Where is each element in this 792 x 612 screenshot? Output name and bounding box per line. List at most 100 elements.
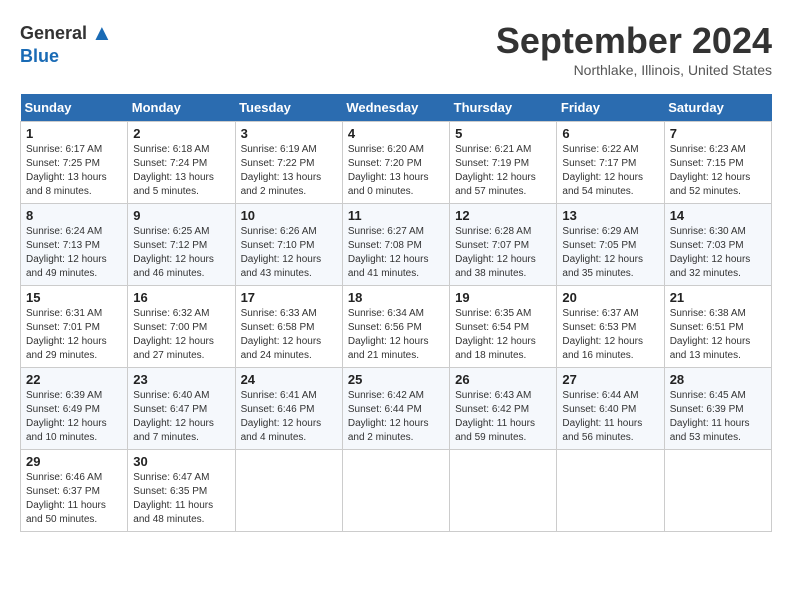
col-header-monday: Monday bbox=[128, 94, 235, 122]
day-info: Sunrise: 6:34 AM Sunset: 6:56 PM Dayligh… bbox=[348, 307, 444, 363]
day-info: Sunrise: 6:23 AM Sunset: 7:15 PM Dayligh… bbox=[670, 143, 766, 199]
title-block: September 2024 Northlake, Illinois, Unit… bbox=[496, 20, 772, 78]
day-number: 27 bbox=[562, 372, 658, 387]
day-cell: 5 Sunrise: 6:21 AM Sunset: 7:19 PM Daylig… bbox=[450, 122, 557, 204]
day-cell: 23 Sunrise: 6:40 AM Sunset: 6:47 PM Dayli… bbox=[128, 368, 235, 450]
day-cell: 6Sunrise: 6:22 AM Sunset: 7:17 PM Daylig… bbox=[557, 122, 664, 204]
week-row-4: 22 Sunrise: 6:39 AM Sunset: 6:49 PM Dayli… bbox=[21, 368, 772, 450]
day-cell: 9 Sunrise: 6:25 AM Sunset: 7:12 PM Daylig… bbox=[128, 204, 235, 286]
day-number: 22 bbox=[26, 372, 122, 387]
location: Northlake, Illinois, United States bbox=[496, 62, 772, 78]
day-number: 12 bbox=[455, 208, 551, 223]
day-info: Sunrise: 6:37 AM Sunset: 6:53 PM Dayligh… bbox=[562, 307, 658, 363]
day-cell: 19 Sunrise: 6:35 AM Sunset: 6:54 PM Dayli… bbox=[450, 286, 557, 368]
day-number: 29 bbox=[26, 454, 122, 469]
day-info: Sunrise: 6:24 AM Sunset: 7:13 PM Dayligh… bbox=[26, 225, 122, 281]
day-cell: 22 Sunrise: 6:39 AM Sunset: 6:49 PM Dayli… bbox=[21, 368, 128, 450]
header-row: SundayMondayTuesdayWednesdayThursdayFrid… bbox=[21, 94, 772, 122]
day-cell: 26 Sunrise: 6:43 AM Sunset: 6:42 PM Dayli… bbox=[450, 368, 557, 450]
day-cell: 30Sunrise: 6:47 AM Sunset: 6:35 PM Dayli… bbox=[128, 450, 235, 532]
day-info: Sunrise: 6:39 AM Sunset: 6:49 PM Dayligh… bbox=[26, 389, 122, 445]
calendar-table: SundayMondayTuesdayWednesdayThursdayFrid… bbox=[20, 94, 772, 532]
day-info: Sunrise: 6:42 AM Sunset: 6:44 PM Dayligh… bbox=[348, 389, 444, 445]
day-number: 14 bbox=[670, 208, 766, 223]
day-number: 9 bbox=[133, 208, 229, 223]
day-info: Sunrise: 6:25 AM Sunset: 7:12 PM Dayligh… bbox=[133, 225, 229, 281]
logo-blue: Blue bbox=[20, 46, 59, 67]
day-cell: 24Sunrise: 6:41 AM Sunset: 6:46 PM Dayli… bbox=[235, 368, 342, 450]
day-info: Sunrise: 6:18 AM Sunset: 7:24 PM Dayligh… bbox=[133, 143, 229, 199]
day-cell: 10 Sunrise: 6:26 AM Sunset: 7:10 PM Dayli… bbox=[235, 204, 342, 286]
week-row-5: 29 Sunrise: 6:46 AM Sunset: 6:37 PM Dayli… bbox=[21, 450, 772, 532]
day-number: 23 bbox=[133, 372, 229, 387]
day-cell: 17 Sunrise: 6:33 AM Sunset: 6:58 PM Dayli… bbox=[235, 286, 342, 368]
col-header-sunday: Sunday bbox=[21, 94, 128, 122]
day-number: 2 bbox=[133, 126, 229, 141]
logo-bird-icon: ▲ bbox=[91, 20, 113, 46]
day-cell: 16 Sunrise: 6:32 AM Sunset: 7:00 PM Dayli… bbox=[128, 286, 235, 368]
day-number: 11 bbox=[348, 208, 444, 223]
day-cell: 1 Sunrise: 6:17 AM Sunset: 7:25 PM Daylig… bbox=[21, 122, 128, 204]
day-cell bbox=[664, 450, 771, 532]
day-info: Sunrise: 6:29 AM Sunset: 7:05 PM Dayligh… bbox=[562, 225, 658, 281]
week-row-2: 8 Sunrise: 6:24 AM Sunset: 7:13 PM Daylig… bbox=[21, 204, 772, 286]
day-number: 24 bbox=[241, 372, 337, 387]
day-info: Sunrise: 6:32 AM Sunset: 7:00 PM Dayligh… bbox=[133, 307, 229, 363]
day-cell: 25 Sunrise: 6:42 AM Sunset: 6:44 PM Dayli… bbox=[342, 368, 449, 450]
day-number: 28 bbox=[670, 372, 766, 387]
col-header-saturday: Saturday bbox=[664, 94, 771, 122]
day-number: 21 bbox=[670, 290, 766, 305]
week-row-3: 15Sunrise: 6:31 AM Sunset: 7:01 PM Dayli… bbox=[21, 286, 772, 368]
day-info: Sunrise: 6:26 AM Sunset: 7:10 PM Dayligh… bbox=[241, 225, 337, 281]
day-info: Sunrise: 6:28 AM Sunset: 7:07 PM Dayligh… bbox=[455, 225, 551, 281]
day-cell: 15Sunrise: 6:31 AM Sunset: 7:01 PM Dayli… bbox=[21, 286, 128, 368]
day-number: 4 bbox=[348, 126, 444, 141]
day-info: Sunrise: 6:30 AM Sunset: 7:03 PM Dayligh… bbox=[670, 225, 766, 281]
day-number: 5 bbox=[455, 126, 551, 141]
day-cell: 18 Sunrise: 6:34 AM Sunset: 6:56 PM Dayli… bbox=[342, 286, 449, 368]
week-row-1: 1 Sunrise: 6:17 AM Sunset: 7:25 PM Daylig… bbox=[21, 122, 772, 204]
day-number: 30 bbox=[133, 454, 229, 469]
day-info: Sunrise: 6:43 AM Sunset: 6:42 PM Dayligh… bbox=[455, 389, 551, 445]
day-cell: 8 Sunrise: 6:24 AM Sunset: 7:13 PM Daylig… bbox=[21, 204, 128, 286]
month-title: September 2024 bbox=[496, 20, 772, 62]
day-cell: 14 Sunrise: 6:30 AM Sunset: 7:03 PM Dayli… bbox=[664, 204, 771, 286]
logo-general: General bbox=[20, 23, 87, 44]
day-cell: 27Sunrise: 6:44 AM Sunset: 6:40 PM Dayli… bbox=[557, 368, 664, 450]
day-cell: 28 Sunrise: 6:45 AM Sunset: 6:39 PM Dayli… bbox=[664, 368, 771, 450]
col-header-friday: Friday bbox=[557, 94, 664, 122]
day-info: Sunrise: 6:38 AM Sunset: 6:51 PM Dayligh… bbox=[670, 307, 766, 363]
day-info: Sunrise: 6:31 AM Sunset: 7:01 PM Dayligh… bbox=[26, 307, 122, 363]
col-header-wednesday: Wednesday bbox=[342, 94, 449, 122]
day-number: 25 bbox=[348, 372, 444, 387]
day-cell bbox=[235, 450, 342, 532]
day-cell: 12 Sunrise: 6:28 AM Sunset: 7:07 PM Dayli… bbox=[450, 204, 557, 286]
day-number: 20 bbox=[562, 290, 658, 305]
day-number: 26 bbox=[455, 372, 551, 387]
logo: General ▲ Blue bbox=[20, 20, 113, 67]
day-info: Sunrise: 6:45 AM Sunset: 6:39 PM Dayligh… bbox=[670, 389, 766, 445]
day-info: Sunrise: 6:46 AM Sunset: 6:37 PM Dayligh… bbox=[26, 471, 122, 527]
day-number: 8 bbox=[26, 208, 122, 223]
day-info: Sunrise: 6:21 AM Sunset: 7:19 PM Dayligh… bbox=[455, 143, 551, 199]
day-info: Sunrise: 6:22 AM Sunset: 7:17 PM Dayligh… bbox=[562, 143, 658, 199]
day-number: 3 bbox=[241, 126, 337, 141]
day-info: Sunrise: 6:40 AM Sunset: 6:47 PM Dayligh… bbox=[133, 389, 229, 445]
day-number: 19 bbox=[455, 290, 551, 305]
day-number: 17 bbox=[241, 290, 337, 305]
day-cell: 13Sunrise: 6:29 AM Sunset: 7:05 PM Dayli… bbox=[557, 204, 664, 286]
page-header: General ▲ Blue September 2024 Northlake,… bbox=[20, 20, 772, 78]
col-header-tuesday: Tuesday bbox=[235, 94, 342, 122]
day-cell: 3 Sunrise: 6:19 AM Sunset: 7:22 PM Daylig… bbox=[235, 122, 342, 204]
day-cell bbox=[342, 450, 449, 532]
day-info: Sunrise: 6:35 AM Sunset: 6:54 PM Dayligh… bbox=[455, 307, 551, 363]
day-number: 10 bbox=[241, 208, 337, 223]
day-info: Sunrise: 6:20 AM Sunset: 7:20 PM Dayligh… bbox=[348, 143, 444, 199]
day-info: Sunrise: 6:19 AM Sunset: 7:22 PM Dayligh… bbox=[241, 143, 337, 199]
day-number: 18 bbox=[348, 290, 444, 305]
day-cell: 20 Sunrise: 6:37 AM Sunset: 6:53 PM Dayli… bbox=[557, 286, 664, 368]
day-number: 1 bbox=[26, 126, 122, 141]
day-info: Sunrise: 6:33 AM Sunset: 6:58 PM Dayligh… bbox=[241, 307, 337, 363]
day-info: Sunrise: 6:17 AM Sunset: 7:25 PM Dayligh… bbox=[26, 143, 122, 199]
day-number: 16 bbox=[133, 290, 229, 305]
